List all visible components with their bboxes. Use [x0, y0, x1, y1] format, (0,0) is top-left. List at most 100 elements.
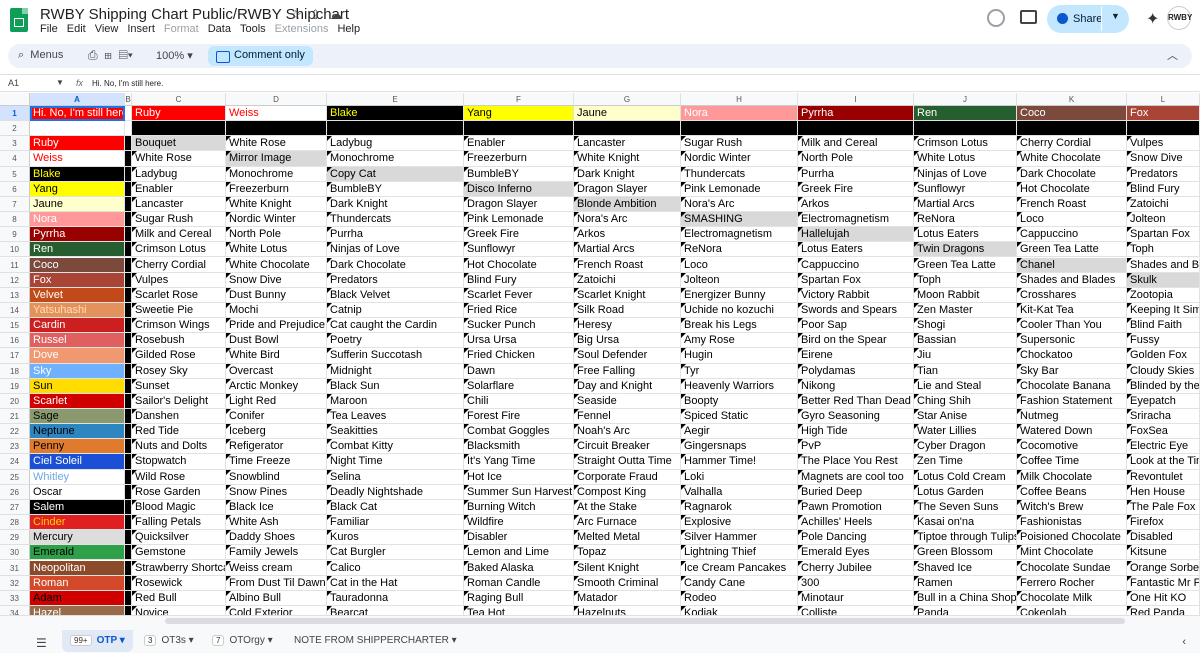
- ship-name-cell[interactable]: Green Tea Latte: [914, 257, 1017, 273]
- ship-name-cell[interactable]: Nuts and Dolts: [132, 439, 226, 455]
- character-header-cell[interactable]: Ren: [914, 106, 1017, 122]
- ship-name-cell[interactable]: Topaz: [574, 545, 681, 561]
- ship-name-cell[interactable]: North Pole: [798, 151, 914, 167]
- ship-name-cell[interactable]: Quicksilver: [132, 530, 226, 546]
- menus-search[interactable]: ⌕ Menus: [18, 49, 63, 62]
- ship-name-cell[interactable]: Maroon: [327, 393, 464, 409]
- ship-name-cell[interactable]: Panda: [914, 605, 1017, 615]
- ship-name-cell[interactable]: Mirror Image: [226, 151, 327, 167]
- ship-name-cell[interactable]: Melted Metal: [574, 530, 681, 546]
- ship-name-cell[interactable]: Ladybug: [132, 166, 226, 182]
- ship-name-cell[interactable]: White Rose: [226, 136, 327, 152]
- ship-name-cell[interactable]: Poetry: [327, 333, 464, 349]
- chevron-down-icon[interactable]: ▾: [449, 635, 457, 646]
- ship-name-cell[interactable]: Gilded Rose: [132, 348, 226, 364]
- ship-name-cell[interactable]: Milk Chocolate: [1017, 469, 1127, 485]
- comment-only-button[interactable]: Comment only: [208, 46, 313, 66]
- ship-name-cell[interactable]: Jolteon: [1127, 212, 1200, 228]
- divider-cell[interactable]: [125, 575, 132, 591]
- separator-cell[interactable]: [574, 121, 681, 137]
- character-name-cell[interactable]: Cinder: [30, 515, 125, 531]
- ship-name-cell[interactable]: Poisioned Chocolate: [1017, 530, 1127, 546]
- ship-name-cell[interactable]: Boopty: [681, 393, 798, 409]
- character-name-cell[interactable]: Mercury: [30, 530, 125, 546]
- column-header-i[interactable]: I: [798, 93, 914, 106]
- divider-cell[interactable]: [125, 287, 132, 303]
- character-name-cell[interactable]: Dove: [30, 348, 125, 364]
- ship-name-cell[interactable]: Electromagnetism: [681, 227, 798, 243]
- ship-name-cell[interactable]: Dark Knight: [574, 166, 681, 182]
- ship-name-cell[interactable]: Better Red Than Dead: [798, 393, 914, 409]
- formula-input[interactable]: Hi. No, I'm still here.: [92, 79, 163, 88]
- ship-name-cell[interactable]: Pride and Prejudice: [226, 318, 327, 334]
- ship-name-cell[interactable]: Lotus Garden: [914, 484, 1017, 500]
- ship-name-cell[interactable]: ReNora: [681, 242, 798, 258]
- column-header-e[interactable]: E: [327, 93, 464, 106]
- ship-name-cell[interactable]: Sailor's Delight: [132, 393, 226, 409]
- add-icon[interactable]: ⊞: [104, 48, 112, 62]
- ship-name-cell[interactable]: The Place You Rest: [798, 454, 914, 470]
- zoom-select[interactable]: 100% ▾: [156, 49, 193, 62]
- ship-name-cell[interactable]: Green Blossom: [914, 545, 1017, 561]
- ship-name-cell[interactable]: Bearcat: [327, 605, 464, 615]
- ship-name-cell[interactable]: Cyber Dragon: [914, 439, 1017, 455]
- ship-name-cell[interactable]: At the Stake: [574, 499, 681, 516]
- ship-name-cell[interactable]: Swords and Spears: [798, 302, 914, 319]
- divider-cell[interactable]: [125, 302, 132, 319]
- ship-name-cell[interactable]: Arkos: [798, 196, 914, 213]
- ship-name-cell[interactable]: Blind Fury: [464, 272, 574, 288]
- ship-name-cell[interactable]: Purrha: [327, 227, 464, 243]
- ship-name-cell[interactable]: French Roast: [574, 257, 681, 273]
- ship-name-cell[interactable]: Achilles' Heels: [798, 515, 914, 531]
- ship-name-cell[interactable]: Lemon and Lime: [464, 545, 574, 561]
- sheet-tab-otorgy[interactable]: 7 OTOrgy ▾: [204, 630, 281, 652]
- ship-name-cell[interactable]: Lotus Eaters: [798, 242, 914, 258]
- ship-name-cell[interactable]: Disabler: [464, 530, 574, 546]
- character-header-cell[interactable]: Yang: [464, 106, 574, 122]
- ship-name-cell[interactable]: Eirene: [798, 348, 914, 364]
- ship-name-cell[interactable]: Blind Faith: [1127, 318, 1200, 334]
- ship-name-cell[interactable]: Iceberg: [226, 424, 327, 440]
- ship-name-cell[interactable]: Calico: [327, 560, 464, 576]
- row-header-6[interactable]: 6: [0, 181, 30, 197]
- ship-name-cell[interactable]: Cocomotive: [1017, 439, 1127, 455]
- ship-name-cell[interactable]: Gingersnaps: [681, 439, 798, 455]
- ship-name-cell[interactable]: Poor Sap: [798, 318, 914, 334]
- character-header-cell[interactable]: Fox: [1127, 106, 1200, 122]
- ship-name-cell[interactable]: Ninjas of Love: [914, 166, 1017, 182]
- ship-name-cell[interactable]: Vulpes: [132, 272, 226, 288]
- ship-name-cell[interactable]: Watered Down: [1017, 424, 1127, 440]
- ship-name-cell[interactable]: Pawn Promotion: [798, 499, 914, 516]
- ship-name-cell[interactable]: Look at the Time: [1127, 454, 1200, 470]
- horizontal-scrollbar[interactable]: [125, 616, 1188, 626]
- separator-cell[interactable]: [125, 121, 132, 137]
- ship-name-cell[interactable]: Eyepatch: [1127, 393, 1200, 409]
- sheet-tab-ot3s[interactable]: 3 OT3s ▾: [136, 630, 202, 652]
- view-icon[interactable]: ▤▾: [119, 48, 133, 62]
- ship-name-cell[interactable]: Amy Rose: [681, 333, 798, 349]
- ship-name-cell[interactable]: Orange Sorbet: [1127, 560, 1200, 576]
- ship-name-cell[interactable]: Sky Bar: [1017, 363, 1127, 379]
- ship-name-cell[interactable]: Dust Bowl: [226, 333, 327, 349]
- ship-name-cell[interactable]: Nora's Arc: [681, 196, 798, 213]
- ship-name-cell[interactable]: Stopwatch: [132, 454, 226, 470]
- ship-name-cell[interactable]: White Lotus: [226, 242, 327, 258]
- ship-name-cell[interactable]: Cherry Cordial: [132, 257, 226, 273]
- character-name-cell[interactable]: Nora: [30, 212, 125, 228]
- ship-name-cell[interactable]: Red Bull: [132, 590, 226, 606]
- divider-cell[interactable]: [125, 393, 132, 409]
- ship-name-cell[interactable]: Kuros: [327, 530, 464, 546]
- sheet-tab-otp[interactable]: 99+ OTP ▾: [62, 630, 133, 652]
- divider-cell[interactable]: [125, 515, 132, 531]
- character-header-cell[interactable]: Pyrrha: [798, 106, 914, 122]
- row-header-19[interactable]: 19: [0, 378, 30, 394]
- ship-name-cell[interactable]: Green Tea Latte: [1017, 242, 1127, 258]
- column-header-a[interactable]: A: [30, 93, 125, 106]
- character-name-cell[interactable]: Ruby: [30, 136, 125, 152]
- ship-name-cell[interactable]: Twin Dragons: [914, 242, 1017, 258]
- divider-cell[interactable]: [125, 166, 132, 182]
- ship-name-cell[interactable]: Coffee Time: [1017, 454, 1127, 470]
- ship-name-cell[interactable]: Star Anise: [914, 409, 1017, 425]
- ship-name-cell[interactable]: Blinded by the: [1127, 378, 1200, 394]
- ship-name-cell[interactable]: Shades and Blades: [1017, 272, 1127, 288]
